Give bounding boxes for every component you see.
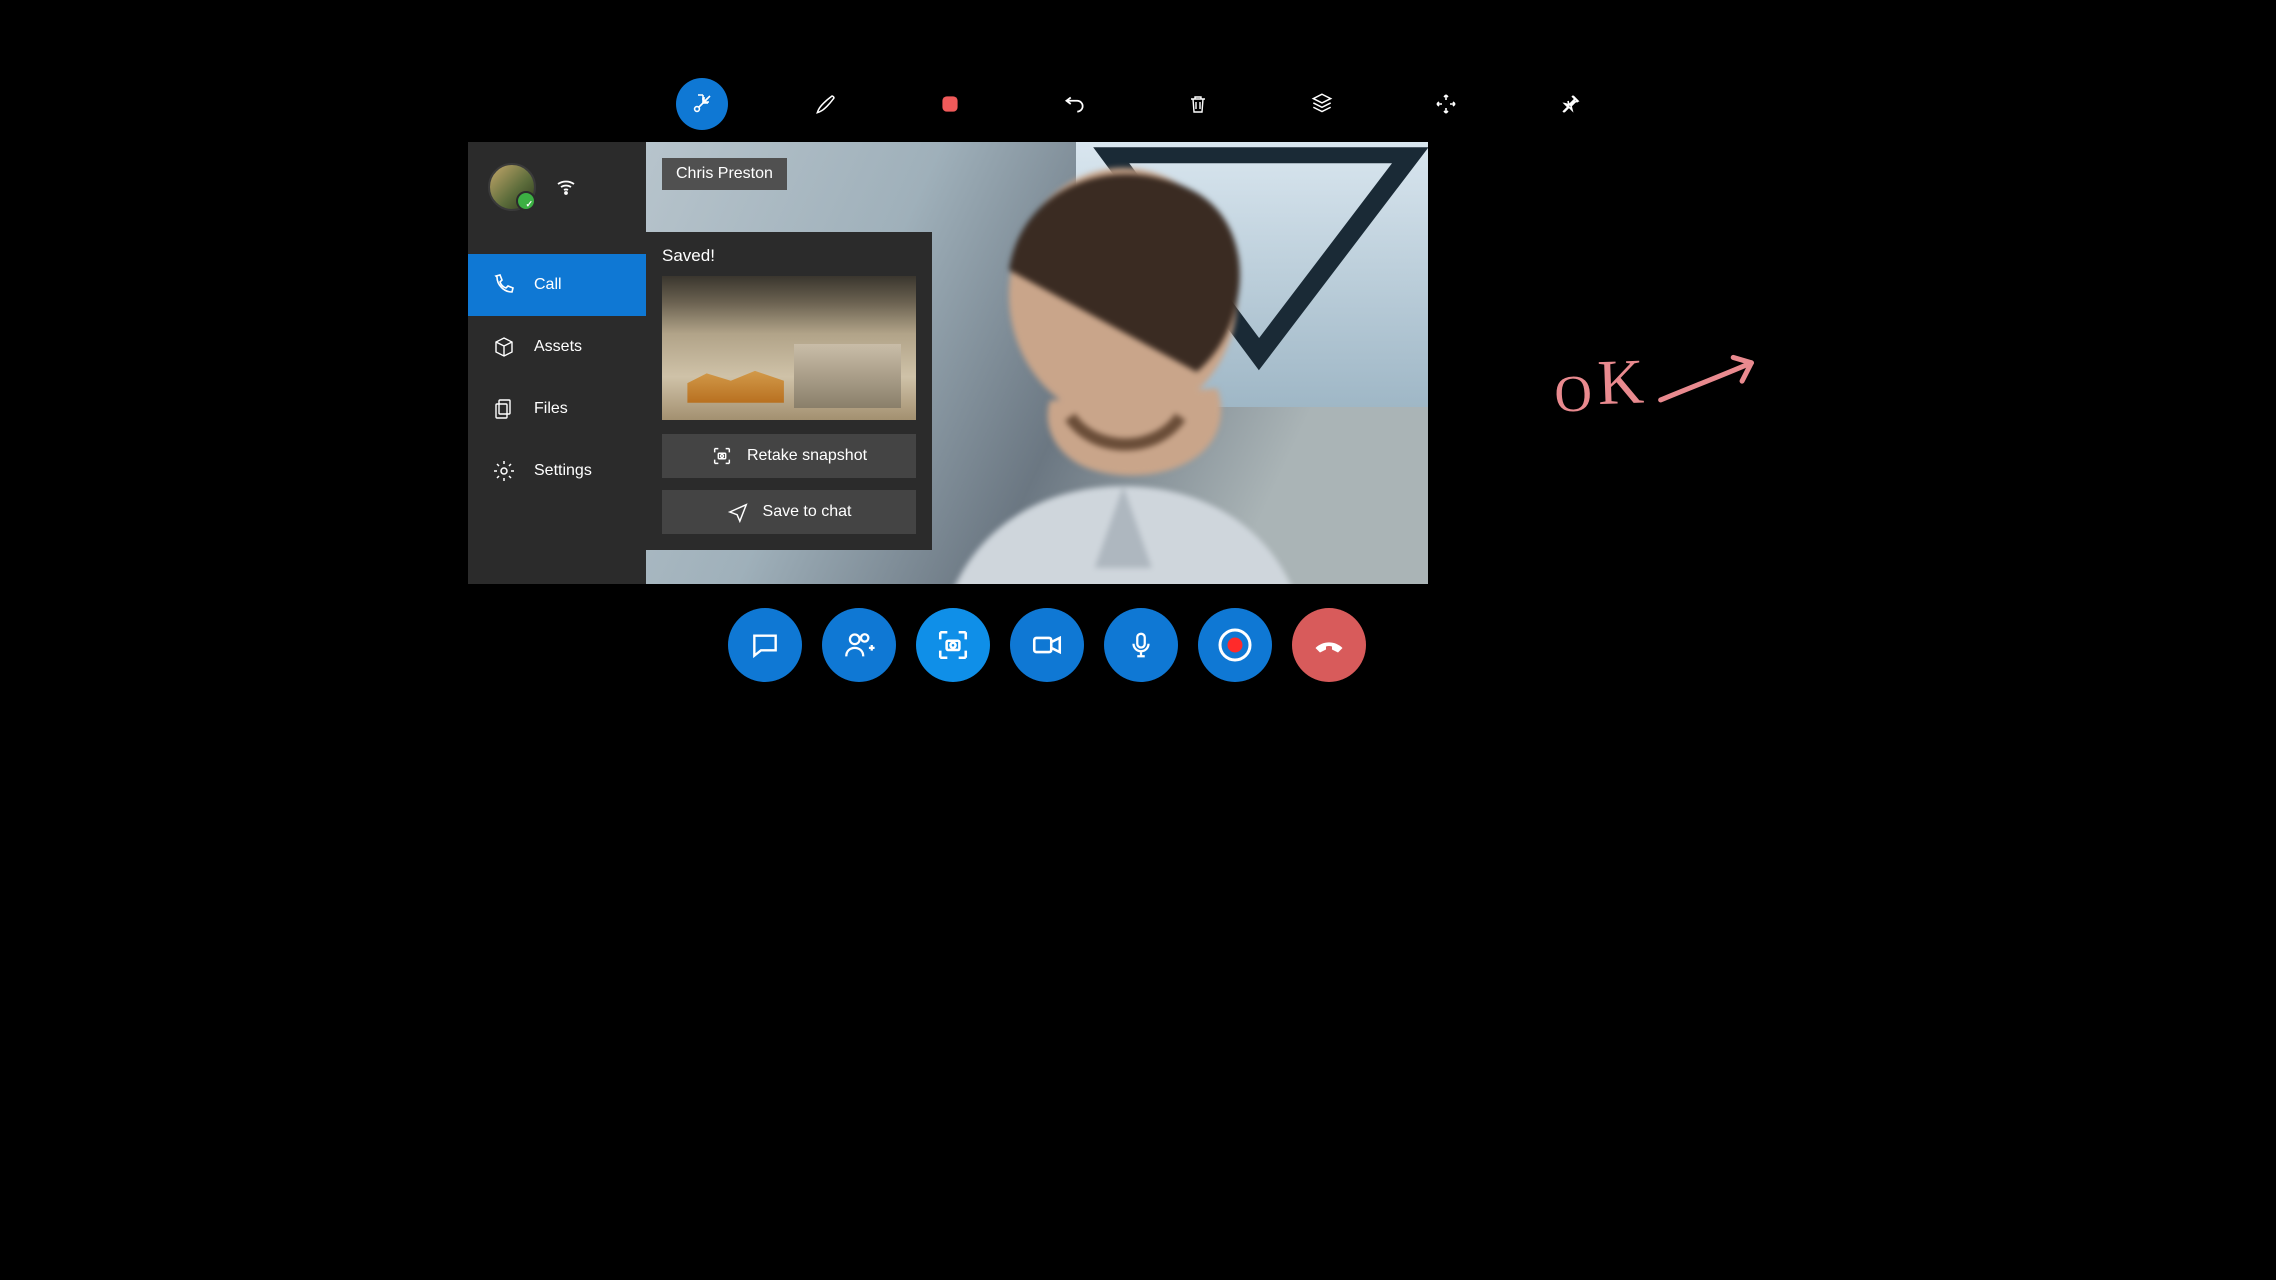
sidebar-item-settings[interactable]: Settings (468, 440, 646, 502)
stop-icon (937, 91, 963, 117)
send-icon (727, 501, 749, 523)
collapse-icon (690, 92, 714, 116)
annotation-text-k: K (1596, 345, 1645, 421)
pin-button[interactable] (1544, 78, 1596, 130)
expand-icon (1434, 92, 1458, 116)
participant-silhouette (873, 142, 1373, 584)
sidebar-item-call[interactable]: Call (468, 254, 646, 316)
trash-icon (1186, 92, 1210, 116)
participant-name-pill: Chris Preston (662, 158, 787, 190)
annotation-toolbar (676, 78, 1596, 130)
phone-icon (492, 273, 516, 297)
wifi-icon (554, 175, 578, 199)
video-call-window: ✓ Call Assets (468, 142, 1428, 584)
mic-icon (1126, 630, 1156, 660)
expand-button[interactable] (1420, 78, 1472, 130)
pin-icon (1558, 92, 1582, 116)
video-icon (1030, 628, 1064, 662)
sidebar-item-label: Assets (534, 338, 582, 356)
sidebar-nav: Call Assets Files (468, 254, 646, 516)
add-person-icon (842, 628, 876, 662)
hangup-button[interactable] (1292, 608, 1366, 682)
chat-icon (749, 629, 781, 661)
sidebar: ✓ Call Assets (468, 142, 646, 584)
gear-icon (492, 459, 516, 483)
sidebar-header: ✓ (468, 142, 646, 232)
pen-icon (813, 91, 839, 117)
save-to-chat-button[interactable]: Save to chat (662, 490, 916, 534)
sidebar-item-label: Settings (534, 462, 592, 480)
layers-button[interactable] (1296, 78, 1348, 130)
hangup-icon (1311, 627, 1347, 663)
box-icon (492, 335, 516, 359)
retake-snapshot-button[interactable]: Retake snapshot (662, 434, 916, 478)
undo-icon (1061, 91, 1087, 117)
chat-button[interactable] (728, 608, 802, 682)
stop-record-button[interactable] (924, 78, 976, 130)
annotation-text-o: O (1553, 364, 1593, 424)
pen-button[interactable] (800, 78, 852, 130)
handwritten-annotation: OK (1553, 340, 1767, 421)
avatar[interactable]: ✓ (488, 163, 536, 211)
video-toggle-button[interactable] (1010, 608, 1084, 682)
snapshot-button[interactable] (916, 608, 990, 682)
add-participant-button[interactable] (822, 608, 896, 682)
retake-label: Retake snapshot (747, 447, 867, 465)
delete-button[interactable] (1172, 78, 1224, 130)
layers-icon (1309, 91, 1335, 117)
popover-title: Saved! (662, 246, 916, 266)
camera-frame-icon (936, 628, 970, 662)
record-button[interactable] (1198, 608, 1272, 682)
undo-button[interactable] (1048, 78, 1100, 130)
sidebar-item-label: Call (534, 276, 562, 294)
snapshot-thumbnail[interactable] (662, 276, 916, 420)
sidebar-item-assets[interactable]: Assets (468, 316, 646, 378)
camera-snapshot-icon (711, 445, 733, 467)
sidebar-item-files[interactable]: Files (468, 378, 646, 440)
sidebar-item-label: Files (534, 400, 568, 418)
call-controls (728, 608, 1366, 682)
participant-name: Chris Preston (676, 165, 773, 182)
minimize-button[interactable] (676, 78, 728, 130)
files-icon (492, 397, 516, 421)
snapshot-popover: Saved! Retake snapshot Save to chat (646, 232, 932, 550)
record-icon (1217, 627, 1253, 663)
arrow-icon (1655, 342, 1767, 416)
mic-toggle-button[interactable] (1104, 608, 1178, 682)
save-label: Save to chat (763, 503, 852, 521)
